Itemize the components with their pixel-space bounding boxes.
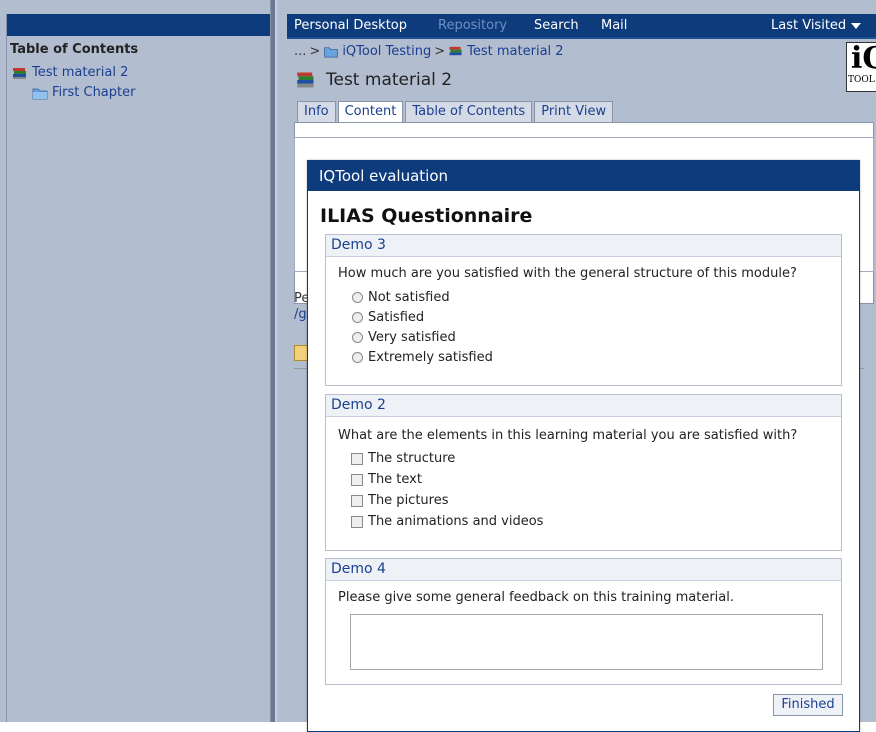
- question-text: How much are you satisfied with the gene…: [338, 266, 797, 281]
- checkbox-option-animations-videos[interactable]: The animations and videos: [351, 514, 543, 529]
- breadcrumb: ... > iQTool Testing > Test material 2: [294, 44, 564, 59]
- nav-search[interactable]: Search: [534, 18, 579, 33]
- nav-mail[interactable]: Mail: [601, 18, 627, 33]
- question-text: Please give some general feedback on thi…: [338, 590, 734, 605]
- nav-repository[interactable]: Repository: [438, 18, 507, 33]
- nav-personal-desktop[interactable]: Personal Desktop: [294, 18, 407, 33]
- option-label: The structure: [368, 451, 456, 466]
- note-icon: [294, 345, 308, 361]
- folder-icon: [324, 47, 339, 58]
- checkbox[interactable]: [351, 452, 363, 465]
- questionnaire-dialog: IQTool evaluation ILIAS Questionnaire De…: [307, 160, 860, 732]
- dialog-header: IQTool evaluation: [308, 161, 859, 191]
- left-pane: [0, 0, 271, 722]
- toc-item-label: Test material 2: [32, 65, 129, 80]
- option-label: Satisfied: [368, 310, 425, 325]
- breadcrumb-iqtool-testing[interactable]: iQTool Testing: [342, 44, 431, 59]
- breadcrumb-ellipsis[interactable]: ...: [294, 44, 306, 59]
- radio-option-extremely-satisfied[interactable]: Extremely satisfied: [352, 350, 493, 365]
- toc-item-first-chapter[interactable]: First Chapter: [32, 85, 135, 100]
- logo-text: TOOL: [848, 75, 875, 85]
- checkbox-option-pictures[interactable]: The pictures: [351, 493, 449, 508]
- checkbox[interactable]: [351, 473, 363, 486]
- tab-content[interactable]: Content: [337, 101, 404, 123]
- toc-item-label: First Chapter: [52, 85, 136, 100]
- question-heading: Demo 4: [326, 559, 841, 581]
- books-icon: [13, 67, 26, 79]
- question-block-demo-2: Demo 2 What are the elements in this lea…: [325, 394, 842, 551]
- checkbox[interactable]: [351, 515, 363, 528]
- checkbox[interactable]: [351, 494, 363, 507]
- radio-button[interactable]: [352, 292, 363, 303]
- question-block-demo-3: Demo 3 How much are you satisfied with t…: [325, 234, 842, 386]
- top-navigation: Personal Desktop Repository Search Mail …: [287, 14, 876, 37]
- radio-option-not-satisfied[interactable]: Not satisfied: [352, 290, 450, 305]
- checkbox-option-structure[interactable]: The structure: [351, 451, 455, 466]
- tab-table-of-contents[interactable]: Table of Contents: [405, 101, 533, 122]
- finished-button[interactable]: Finished: [773, 694, 843, 716]
- last-visited-label: Last Visited: [771, 18, 847, 33]
- breadcrumb-separator: >: [309, 44, 321, 59]
- tab-print-view[interactable]: Print View: [534, 101, 614, 122]
- partially-hidden-link[interactable]: /g: [294, 307, 307, 322]
- questionnaire-title: ILIAS Questionnaire: [320, 205, 533, 227]
- checkbox-option-text[interactable]: The text: [351, 472, 422, 487]
- option-label: The pictures: [368, 493, 449, 508]
- question-heading: Demo 3: [326, 235, 841, 257]
- topnav-divider: [287, 37, 876, 39]
- dialog-title: IQTool evaluation: [319, 167, 449, 185]
- radio-button[interactable]: [352, 332, 363, 343]
- radio-button[interactable]: [352, 312, 363, 323]
- toc-title: Table of Contents: [10, 42, 139, 57]
- iqtool-logo: iQ TOOL: [846, 42, 876, 92]
- option-label: The animations and videos: [368, 514, 544, 529]
- nav-last-visited[interactable]: Last Visited: [771, 18, 862, 33]
- books-icon: [297, 72, 314, 88]
- folder-icon: [32, 88, 48, 99]
- breadcrumb-test-material-2[interactable]: Test material 2: [467, 44, 563, 59]
- left-top-bar: [7, 14, 270, 36]
- books-icon: [449, 46, 462, 56]
- tab-info[interactable]: Info: [297, 101, 336, 122]
- feedback-textarea[interactable]: [350, 614, 823, 670]
- breadcrumb-separator: >: [434, 44, 446, 59]
- left-inner-border: [6, 14, 7, 722]
- radio-button[interactable]: [352, 352, 363, 363]
- logo-mark: iQ: [851, 42, 876, 76]
- radio-option-satisfied[interactable]: Satisfied: [352, 310, 424, 325]
- page-title: Test material 2: [296, 70, 452, 90]
- toc-item-test-material-2[interactable]: Test material 2: [12, 65, 128, 80]
- question-block-demo-4: Demo 4 Please give some general feedback…: [325, 558, 842, 685]
- radio-option-very-satisfied[interactable]: Very satisfied: [352, 330, 456, 345]
- option-label: Very satisfied: [368, 330, 456, 345]
- option-label: The text: [368, 472, 422, 487]
- question-text: What are the elements in this learning m…: [338, 428, 798, 443]
- page-title-text: Test material 2: [326, 70, 453, 90]
- question-heading: Demo 2: [326, 395, 841, 417]
- tab-bar: Info Content Table of Contents Print Vie…: [297, 101, 615, 123]
- chevron-down-icon: [851, 22, 862, 29]
- option-label: Extremely satisfied: [368, 350, 493, 365]
- option-label: Not satisfied: [368, 290, 450, 305]
